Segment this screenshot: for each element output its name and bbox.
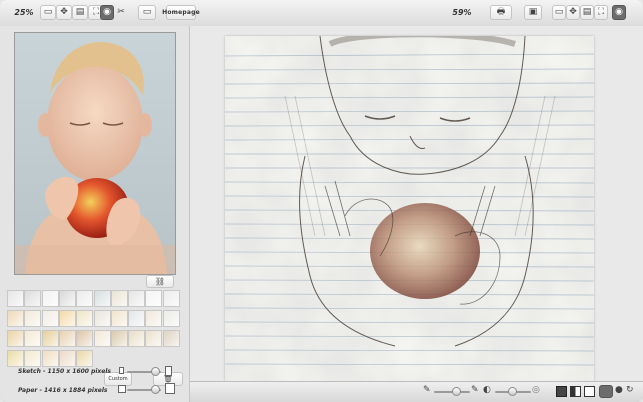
app-window: 25% ▭ ✥ ▤ ⛶ ◉ ✂ ▭ Homepage 59% 🖶 ▣ ▭ ✥ ▤…: [0, 0, 643, 402]
paper-texture-swatch[interactable]: [128, 330, 146, 347]
color-wheel-icon[interactable]: ◎: [532, 386, 540, 395]
paper-texture-swatch[interactable]: [110, 330, 128, 347]
small-paper-icon: [118, 385, 126, 393]
camera-icon[interactable]: ◉: [100, 5, 114, 20]
paper-texture-swatch[interactable]: [7, 290, 24, 307]
actual-size-icon[interactable]: ▤: [72, 5, 88, 20]
paper-texture-swatch[interactable]: [58, 350, 76, 367]
paper-texture-swatch[interactable]: [24, 290, 42, 307]
paper-texture-swatch[interactable]: [41, 290, 59, 307]
link-icon: ⛓: [154, 276, 166, 286]
contrast-low-icon: ◐: [483, 385, 491, 395]
paper-texture-swatch[interactable]: [7, 310, 24, 327]
paper-texture-swatch[interactable]: [58, 310, 76, 327]
paper-texture-swatch[interactable]: [110, 290, 128, 307]
view-toggle-button[interactable]: [599, 385, 613, 398]
paper-texture-swatch[interactable]: [24, 330, 42, 347]
paper-texture-swatch[interactable]: [93, 290, 111, 307]
paper-texture-swatch[interactable]: [145, 330, 163, 347]
paper-texture-swatch[interactable]: [7, 350, 24, 367]
paper-texture-swatch[interactable]: [41, 330, 59, 347]
homepage-button[interactable]: Homepage: [162, 5, 200, 20]
dot-icon[interactable]: ●: [615, 386, 623, 395]
paper-texture-swatch[interactable]: [58, 330, 76, 347]
pencil-icon: ✎: [423, 385, 431, 395]
half-mode-button[interactable]: [570, 386, 581, 397]
rotate-icon[interactable]: ↻: [626, 386, 634, 395]
paper-texture-swatch[interactable]: [24, 310, 42, 327]
paper-texture-swatch[interactable]: [128, 290, 146, 307]
scissors-icon[interactable]: ✂: [115, 5, 127, 20]
toolbar: 25% ▭ ✥ ▤ ⛶ ◉ ✂ ▭ Homepage 59% 🖶 ▣ ▭ ✥ ▤…: [0, 0, 643, 27]
fit-icon[interactable]: ▤: [580, 5, 594, 20]
paper-texture-swatch[interactable]: [128, 310, 146, 327]
paper-size-label: Paper - 1416 x 1884 pixels: [18, 387, 108, 394]
sketch-paper[interactable]: [225, 36, 594, 381]
sketch-image: [225, 36, 594, 381]
paper-texture-swatch[interactable]: [76, 350, 94, 367]
source-photo[interactable]: [14, 32, 176, 275]
paper-texture-swatch[interactable]: [110, 310, 128, 327]
move-icon[interactable]: ✥: [566, 5, 580, 20]
paper-texture-swatch[interactable]: [93, 330, 111, 347]
small-doc-icon: [119, 367, 124, 374]
paper-texture-swatch[interactable]: [145, 310, 163, 327]
paper-texture-swatch[interactable]: [58, 290, 76, 307]
paper-texture-swatch[interactable]: [76, 310, 94, 327]
right-zoom-level[interactable]: 59%: [452, 5, 472, 20]
paper-texture-swatch[interactable]: [7, 330, 24, 347]
paper-texture-swatch[interactable]: [162, 330, 180, 347]
paper-texture-swatch[interactable]: [162, 310, 180, 327]
camera-icon[interactable]: ◉: [612, 5, 626, 20]
light-mode-button[interactable]: [584, 386, 595, 397]
paper-size-slider-knob[interactable]: [151, 385, 160, 394]
pencil-large-icon: ✎: [471, 385, 479, 395]
dark-mode-button[interactable]: [556, 386, 567, 397]
edit-photo-button[interactable]: ⛓: [146, 275, 174, 288]
paper-texture-swatch[interactable]: [76, 330, 94, 347]
trash-icon: 🗑: [162, 374, 174, 383]
sketch-size-label: Sketch - 1150 x 1600 pixels: [18, 368, 111, 375]
contrast-knob[interactable]: [508, 387, 517, 396]
paper-texture-swatch[interactable]: [162, 290, 180, 307]
fit-icon[interactable]: ▭: [40, 5, 56, 20]
fullscreen-icon[interactable]: ⛶: [594, 5, 608, 20]
zoom-in-icon[interactable]: ▭: [552, 5, 566, 20]
zoom-in-icon[interactable]: ✥: [56, 5, 72, 20]
paper-texture-swatch[interactable]: [76, 290, 94, 307]
bottom-toolbar: ✎ ✎ ◐ ◎ ● ↻: [190, 381, 643, 402]
left-panel: ⛓ Custom 🗑 Sketch - 1150 x 1600 pixels P…: [0, 26, 190, 402]
sketch-size-slider-knob[interactable]: [151, 367, 160, 376]
paper-texture-swatch[interactable]: [41, 310, 59, 327]
canvas-area: [190, 26, 643, 381]
save-icon[interactable]: ▣: [524, 5, 542, 20]
paper-texture-swatch[interactable]: [93, 310, 111, 327]
print-icon[interactable]: 🖶: [490, 5, 512, 20]
pencil-thickness-knob[interactable]: [452, 387, 461, 396]
large-paper-icon: [165, 383, 175, 394]
large-doc-icon: [165, 366, 172, 376]
paper-texture-swatch[interactable]: [41, 350, 59, 367]
paper-texture-swatch[interactable]: [24, 350, 42, 367]
paper-texture-swatch[interactable]: [145, 290, 163, 307]
open-folder-icon[interactable]: ▭: [138, 5, 156, 20]
baby-photo-image: [15, 33, 175, 274]
left-zoom-level[interactable]: 25%: [14, 5, 34, 20]
